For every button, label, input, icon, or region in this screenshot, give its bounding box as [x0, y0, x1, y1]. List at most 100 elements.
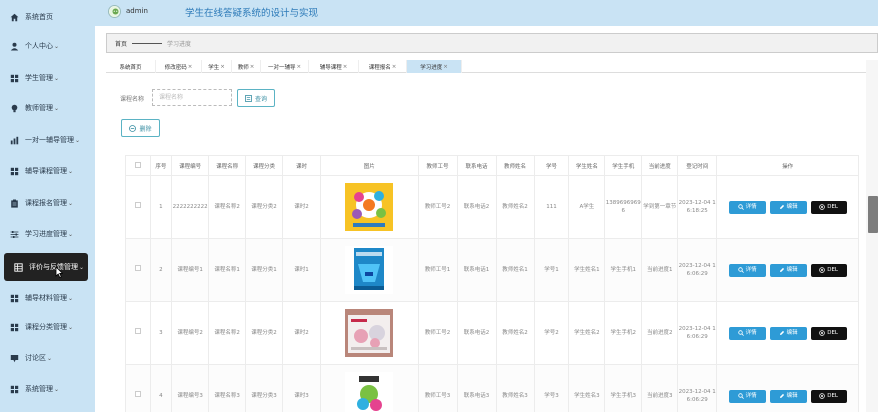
close-icon[interactable]: × — [343, 64, 348, 70]
chevron-down-icon: ⌄ — [68, 230, 74, 238]
tab-label: 修改密码 — [164, 64, 187, 71]
sidebar-item-6[interactable]: 课程报名管理 ⌄ — [0, 189, 95, 217]
search-icon — [737, 330, 744, 336]
sidebar-item-label: 辅导课程管理 — [25, 167, 67, 175]
tab-7[interactable]: 学习进度 × — [407, 60, 462, 73]
sidebar-item-8[interactable]: 评价与反馈管理 ⌄ — [4, 253, 88, 281]
sidebar-item-label: 学生管理 — [25, 74, 53, 82]
tab-6[interactable]: 课程报名 × — [359, 60, 407, 73]
detail-button[interactable]: 详情 — [728, 326, 766, 340]
user-icon — [10, 42, 19, 51]
row-checkbox[interactable] — [134, 391, 141, 398]
edit-button[interactable]: 编辑 — [769, 200, 807, 214]
edit-button[interactable]: 编辑 — [769, 389, 807, 403]
cell-no: 4 — [149, 364, 173, 412]
sidebar-item-2[interactable]: 学生管理 ⌄ — [0, 64, 95, 92]
sidebar-item-12[interactable]: 系统管理 ⌄ — [0, 375, 95, 403]
close-icon[interactable]: × — [443, 64, 448, 70]
tab-5[interactable]: 辅导课程 × — [309, 60, 359, 73]
image-cell — [320, 175, 419, 239]
tab-0[interactable]: 系统首页 — [106, 60, 156, 73]
chevron-down-icon: ⌄ — [75, 136, 81, 144]
cell-category: 课程分类2 — [245, 301, 284, 365]
chevron-down-icon: ⌄ — [68, 199, 74, 207]
actions-cell: 详情 编辑 DEL — [716, 238, 859, 302]
sidebar-item-4[interactable]: 一对一辅导管理 ⌄ — [0, 126, 95, 154]
chevron-down-icon: ⌄ — [54, 74, 60, 82]
column-header: 序号 — [149, 155, 173, 176]
sidebar-item-label: 教师管理 — [25, 104, 53, 112]
select-all-checkbox[interactable] — [134, 161, 141, 168]
batch-delete-button[interactable]: 删除 — [121, 119, 160, 137]
cell-student-no: 学号3 — [533, 364, 570, 412]
sidebar-item-7[interactable]: 学习进度管理 ⌄ — [0, 220, 95, 248]
delete-button[interactable]: DEL — [810, 326, 847, 340]
delete-label: DEL — [827, 329, 838, 336]
edit-button[interactable]: 编辑 — [769, 263, 807, 277]
cell-course-no: 课程编号1 — [171, 238, 210, 302]
detail-button[interactable]: 详情 — [728, 200, 766, 214]
edit-label: 编辑 — [786, 203, 798, 210]
image-cell — [320, 364, 419, 412]
tab-4[interactable]: 一对一辅导 × — [261, 60, 309, 73]
row-checkbox[interactable] — [134, 328, 141, 335]
cell-phone: 联系电话2 — [456, 175, 497, 239]
image-cell — [320, 301, 419, 365]
cell-no: 1 — [149, 175, 173, 239]
tab-label: 教师 — [237, 64, 249, 71]
cell-student-name: 学生姓名1 — [568, 238, 606, 302]
tab-3[interactable]: 教师 × — [232, 60, 261, 73]
tab-1[interactable]: 修改密码 × — [156, 60, 202, 73]
sidebar-item-1[interactable]: 个人中心 ⌄ — [0, 32, 95, 60]
sidebar-item-label: 讨论区 — [25, 354, 46, 362]
scrollbar-track[interactable] — [866, 60, 878, 412]
breadcrumb-home[interactable]: 首页 — [115, 39, 127, 48]
row-checkbox[interactable] — [134, 202, 141, 209]
close-icon[interactable]: × — [188, 64, 193, 70]
delete-button[interactable]: DEL — [810, 389, 847, 403]
pencil-icon — [779, 204, 784, 209]
detail-button[interactable]: 详情 — [728, 263, 766, 277]
delete-button[interactable]: DEL — [810, 263, 847, 277]
sidebar-item-9[interactable]: 辅导材料管理 ⌄ — [0, 284, 95, 312]
chevron-down-icon: ⌄ — [68, 294, 74, 302]
course-name-search-input[interactable] — [152, 89, 232, 106]
cell-hours: 课时2 — [282, 175, 322, 239]
cell-student-phone: 13896969696 — [604, 175, 643, 239]
sidebar-item-11[interactable]: 讨论区 ⌄ — [0, 344, 95, 372]
close-icon[interactable]: × — [250, 64, 255, 70]
chart-icon — [10, 136, 19, 145]
sidebar-item-0[interactable]: 系统首页 — [0, 3, 95, 31]
cell-course-no: 2222222222 — [171, 175, 210, 239]
edit-button[interactable]: 编辑 — [769, 326, 807, 340]
sidebar-item-label: 学习进度管理 — [25, 230, 67, 238]
cell-time: 2023-12-04 16:06:29 — [677, 301, 718, 365]
cell-student-no: 学号2 — [533, 301, 570, 365]
minus-circle-icon — [129, 124, 137, 132]
tab-2[interactable]: 学生 × — [202, 60, 232, 73]
delete-label: DEL — [827, 392, 838, 399]
avatar[interactable] — [108, 5, 121, 18]
cell-student-phone: 学生手机2 — [604, 301, 643, 365]
close-icon[interactable]: × — [296, 64, 301, 70]
tab-label: 一对一辅导 — [267, 64, 296, 71]
detail-label: 详情 — [745, 329, 757, 336]
cell-student-name: 学生姓名2 — [568, 301, 606, 365]
close-icon[interactable]: × — [392, 64, 397, 70]
sidebar-item-3[interactable]: 教师管理 ⌄ — [0, 94, 95, 122]
cell-category: 课程分类1 — [245, 238, 284, 302]
tab-label: 系统首页 — [119, 64, 142, 71]
cell-course-name: 课程名称3 — [208, 364, 247, 412]
detail-label: 详情 — [745, 266, 757, 273]
scrollbar-thumb[interactable] — [868, 196, 878, 233]
detail-button[interactable]: 详情 — [728, 389, 766, 403]
username-label[interactable]: admin — [126, 7, 148, 15]
cell-progress: 学到第一章节 — [641, 175, 679, 239]
sidebar-item-10[interactable]: 课程分类管理 ⌄ — [0, 313, 95, 341]
pencil-icon — [779, 267, 784, 272]
search-button[interactable]: 查询 — [237, 89, 275, 107]
delete-button[interactable]: DEL — [810, 200, 847, 214]
sidebar-item-5[interactable]: 辅导课程管理 ⌄ — [0, 157, 95, 185]
row-checkbox[interactable] — [134, 265, 141, 272]
close-icon[interactable]: × — [220, 64, 225, 70]
